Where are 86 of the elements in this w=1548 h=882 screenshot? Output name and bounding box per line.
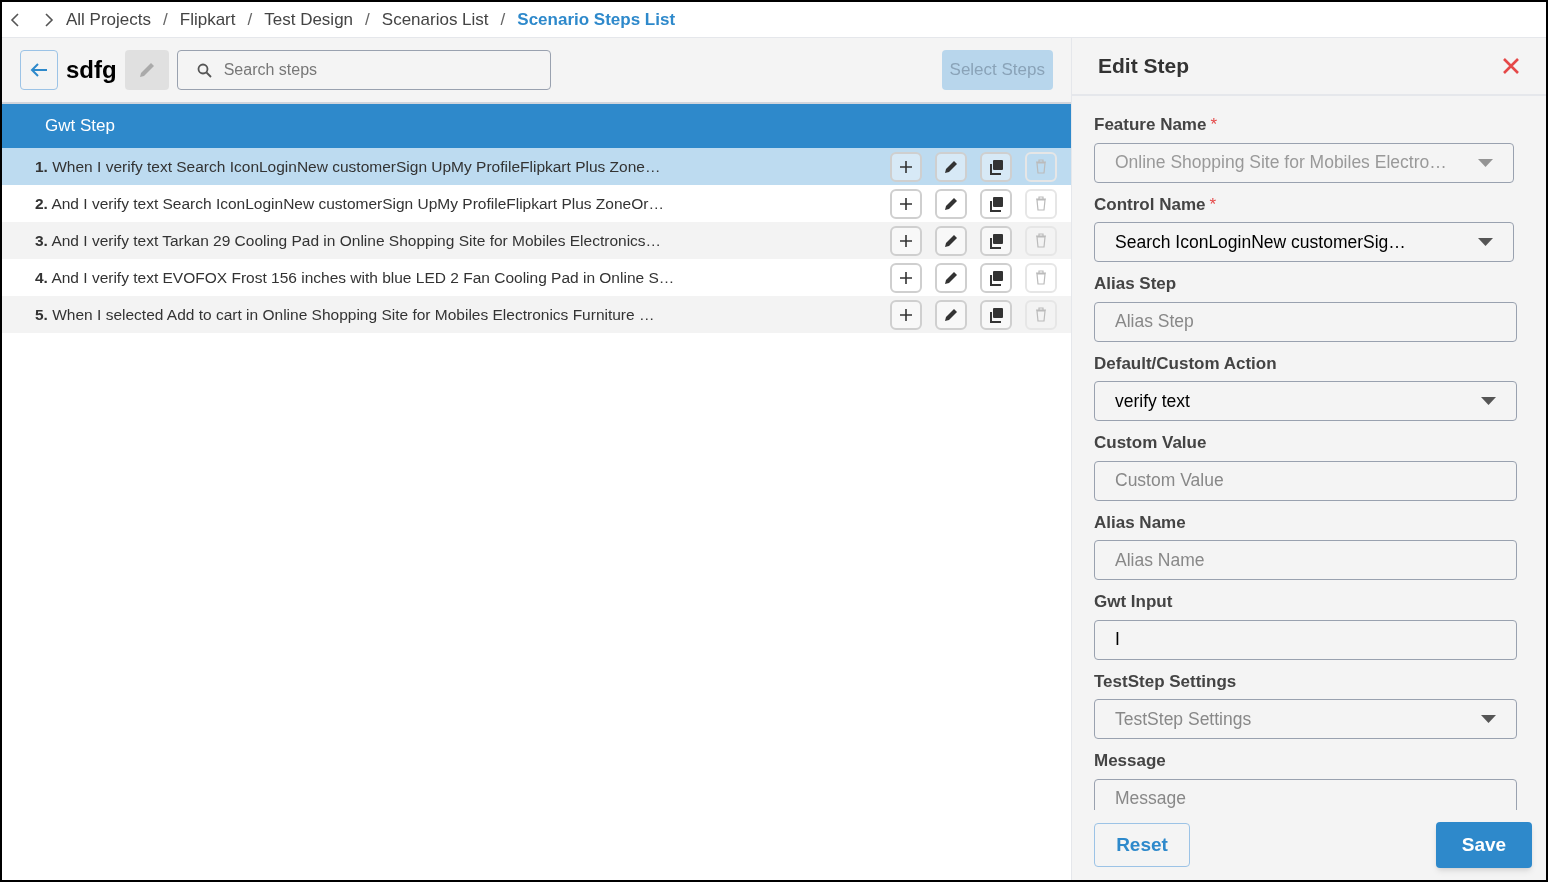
field-label: Gwt Input (1094, 591, 1173, 613)
table-row[interactable]: 5. When I selected Add to cart in Online Shopping Site for Mobiles Electronics Furniture … (2, 296, 1071, 333)
breadcrumb-separator: / (365, 8, 370, 31)
field-label: Default/Custom Action (1094, 352, 1277, 375)
add-step-button[interactable] (890, 299, 922, 330)
back-chevron-icon[interactable] (10, 12, 20, 27)
field-label: Alias Name (1094, 511, 1186, 534)
table-row[interactable]: 1. When I verify text Search IconLoginNew customerSign UpMy ProfileFlipkart Plus Zone… (2, 148, 1071, 185)
dropdown[interactable]: verify text (1094, 381, 1517, 421)
save-button[interactable]: Save (1436, 822, 1532, 868)
add-step-button[interactable] (890, 262, 922, 293)
forward-chevron-icon[interactable] (44, 12, 54, 27)
pencil-icon (137, 61, 156, 79)
pencil-icon (943, 233, 959, 248)
dropdown-caret-icon (1481, 715, 1496, 723)
breadcrumb-separator: / (500, 8, 506, 31)
dropdown-caret-icon (1481, 397, 1496, 405)
pencil-icon (943, 307, 959, 322)
copy-step-button[interactable] (980, 225, 1012, 256)
required-asterisk: * (1210, 114, 1218, 136)
input-field[interactable]: I (1094, 619, 1517, 660)
step-text: 5. When I selected Add to cart in Online Shopping Site for Mobiles Electronics Furniture … (35, 304, 655, 325)
dropdown[interactable]: Search IconLoginNew customerSig… (1094, 222, 1514, 262)
table-row[interactable]: 3. And I verify text Tarkan 29 Cooling Pad in Online Shopping Site for Mobiles Electronics… (2, 222, 1071, 259)
back-button[interactable] (20, 50, 58, 90)
breadcrumb-separator: / (247, 8, 253, 31)
plus-icon (899, 270, 913, 285)
scenario-title: sdfg (66, 55, 117, 85)
copy-icon (988, 195, 1004, 212)
copy-step-button[interactable] (980, 151, 1012, 182)
step-text: 1. When I verify text Search IconLoginNew customerSign UpMy ProfileFlipkart Plus Zone… (35, 156, 661, 177)
breadcrumb-link[interactable]: Scenarios List (381, 6, 489, 33)
trash-icon (1035, 307, 1047, 322)
copy-icon (988, 306, 1004, 323)
input-field[interactable]: Message (1094, 778, 1517, 810)
edit-step-button[interactable] (935, 262, 967, 293)
trash-icon (1035, 196, 1047, 211)
edit-step-button[interactable] (935, 225, 967, 256)
plus-icon (899, 159, 913, 174)
breadcrumb-link[interactable]: Scenario Steps List (517, 6, 676, 33)
input-field[interactable]: Alias Name (1094, 540, 1517, 580)
arrow-left-icon (30, 62, 48, 78)
search-field[interactable]: Search steps (176, 50, 551, 90)
step-text: 4. And I verify text EVOFOX Frost 156 inches with blue LED 2 Fan Cooling Pad in Online S… (35, 267, 675, 288)
breadcrumb-link[interactable]: All Projects (66, 6, 152, 33)
pencil-icon (943, 196, 959, 211)
trash-icon (1035, 233, 1047, 248)
copy-step-button[interactable] (980, 262, 1012, 293)
dropdown-caret-icon (1478, 158, 1493, 167)
breadcrumb-link[interactable]: Test Design (264, 6, 354, 33)
plus-icon (899, 233, 913, 248)
field-label: Alias Step (1094, 273, 1177, 295)
edit-step-button[interactable] (935, 151, 967, 182)
field-label: TestStep Settings (1094, 670, 1237, 693)
required-asterisk: * (1209, 193, 1217, 216)
close-icon[interactable] (1502, 57, 1520, 75)
table-header: Gwt Step (2, 104, 1071, 148)
copy-icon (988, 158, 1004, 175)
edit-step-button[interactable] (935, 188, 967, 219)
pencil-icon (943, 270, 959, 285)
copy-icon (988, 269, 1004, 286)
add-step-button[interactable] (890, 188, 922, 219)
dropdown-caret-icon (1478, 238, 1493, 246)
field-label: Message (1094, 750, 1166, 772)
copy-step-button[interactable] (980, 188, 1012, 219)
add-step-button[interactable] (890, 151, 922, 182)
input-field[interactable]: Alias Step (1094, 301, 1517, 342)
breadcrumb-separator: / (163, 8, 168, 31)
search-icon (196, 63, 212, 78)
panel-title: Edit Step (1098, 53, 1189, 80)
pencil-icon (943, 159, 959, 174)
step-text: 3. And I verify text Tarkan 29 Cooling Pad in Online Shopping Site for Mobiles Electronics… (35, 230, 662, 251)
edit-step-button[interactable] (935, 299, 967, 330)
copy-icon (988, 232, 1004, 249)
copy-step-button[interactable] (980, 299, 1012, 330)
plus-icon (899, 307, 913, 322)
trash-icon (1035, 159, 1047, 174)
breadcrumb-link[interactable]: Flipkart (179, 6, 236, 33)
field-label: Custom Value (1094, 432, 1207, 454)
plus-icon (899, 196, 913, 211)
trash-icon (1035, 270, 1047, 285)
input-field[interactable]: Custom Value (1094, 460, 1517, 501)
add-step-button[interactable] (890, 225, 922, 256)
field-label: Control Name (1094, 193, 1206, 216)
field-label: Feature Name (1094, 114, 1207, 136)
step-text: 2. And I verify text Search IconLoginNew customerSign UpMy ProfileFlipkart Plus ZoneOr… (35, 193, 664, 214)
